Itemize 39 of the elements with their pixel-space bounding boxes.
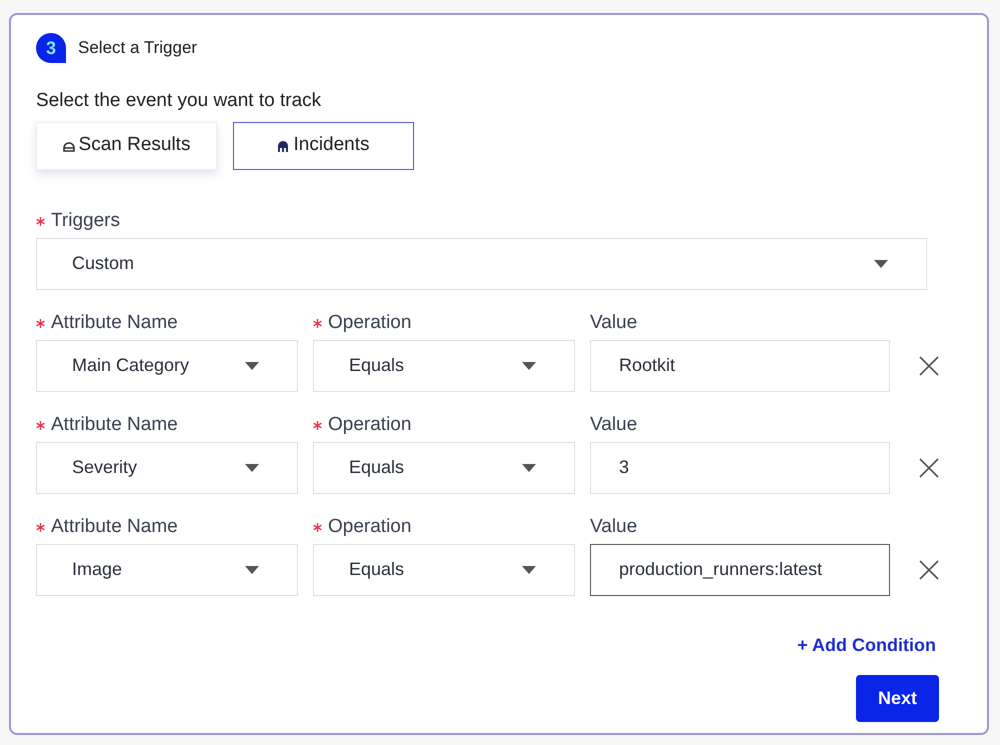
field-label: Operation [328,413,412,438]
field-label: Value [590,311,638,336]
field-label: Value [590,515,638,540]
next-button[interactable]: Next [856,674,939,722]
step-title: Select a Trigger [78,37,198,60]
caret-icon [874,260,888,268]
caret-icon [245,566,259,574]
field-label: Attribute Name [51,413,178,438]
dropdown-field[interactable]: Equals [313,442,575,494]
value-field[interactable]: 3 [590,442,890,494]
field-label: Attribute Name [51,515,178,540]
dropdown-field[interactable]: Image [36,544,298,596]
dropdown-field[interactable]: Main Category [36,340,298,392]
close-icon [919,560,939,580]
field-label: Triggers [51,209,120,234]
field-label: Operation [328,515,412,540]
field-label: Attribute Name [51,311,178,336]
caret-icon [522,362,536,370]
dropdown-field[interactable]: Custom [36,238,927,290]
event-prompt: Select the event you want to track [36,89,322,113]
caret-icon [522,566,536,574]
dropdown-field[interactable]: Severity [36,442,298,494]
caret-icon [245,362,259,370]
close-icon [919,458,939,478]
event-option[interactable]: Scan Results [36,122,217,170]
field-label: Operation [328,311,412,336]
add-condition-link[interactable]: + Add Condition [797,632,936,658]
dropdown-field[interactable]: Equals [313,544,575,596]
field-label: Value [590,413,638,438]
dropdown-field[interactable]: Equals [313,340,575,392]
step-badge: 3 [36,33,66,63]
event-option[interactable]: Incidents [233,122,414,170]
value-field[interactable]: Rootkit [590,340,890,392]
value-field[interactable]: production_runners:latest [590,544,890,596]
caret-icon [245,464,259,472]
helmet-icon [62,140,75,152]
ghost-icon [277,140,290,152]
close-icon [919,356,939,376]
caret-icon [522,464,536,472]
